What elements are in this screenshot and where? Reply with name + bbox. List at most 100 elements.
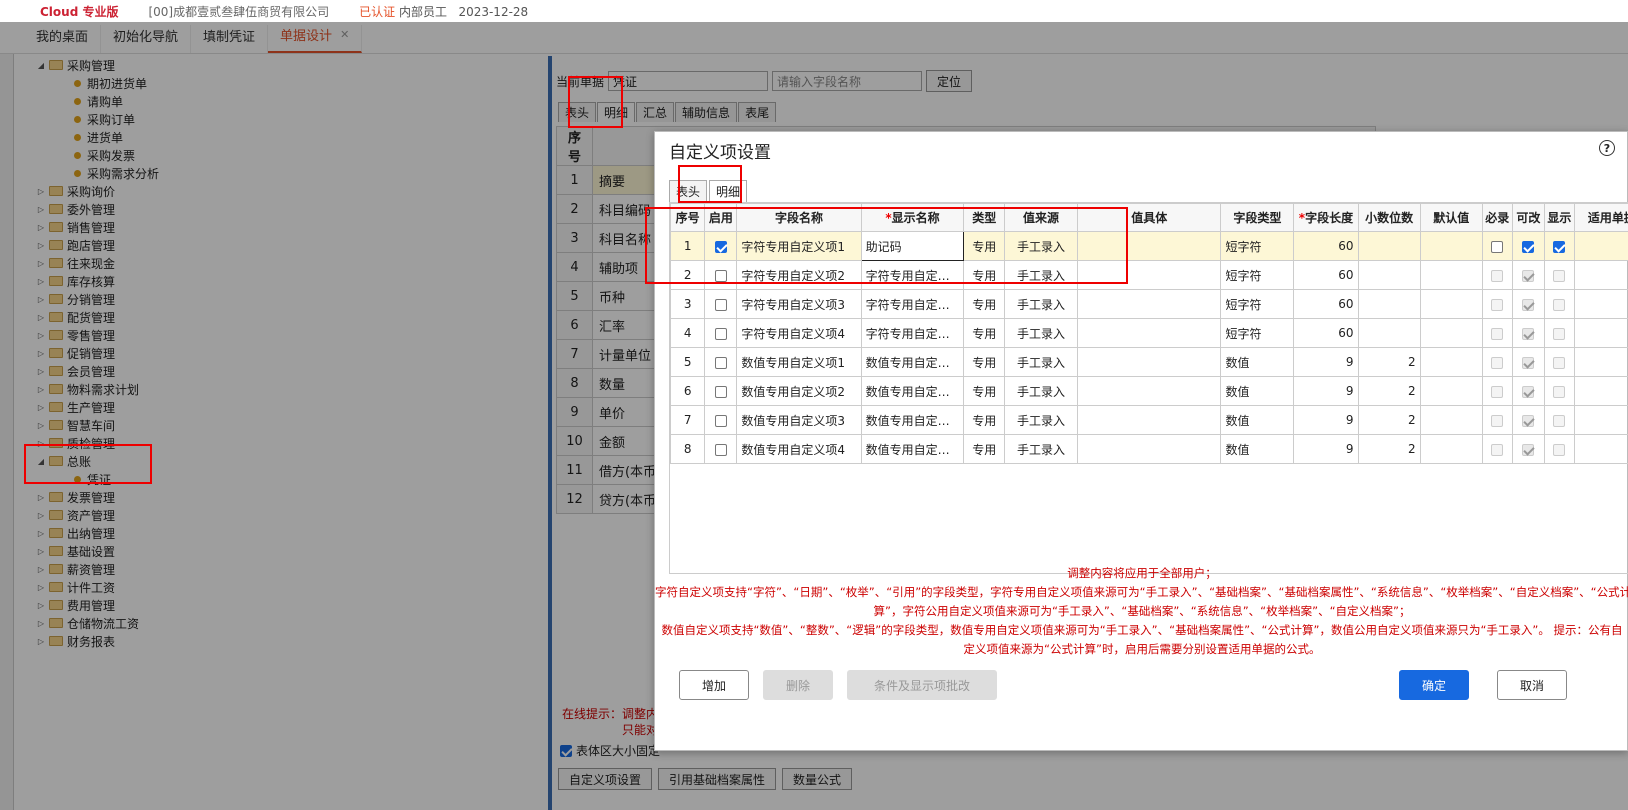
enabled-cell[interactable] xyxy=(704,260,738,290)
collapsed-arrow-icon[interactable]: ▷ xyxy=(36,547,46,556)
enabled-cell[interactable] xyxy=(704,289,738,319)
display-name-cell[interactable]: 字符专用自定义项3 xyxy=(860,289,965,319)
editable-cell[interactable] xyxy=(1511,289,1545,319)
grid-row[interactable]: 1 字符专用自定义项1 助记码 专用 手工录入 短字符 60 xyxy=(670,231,1628,261)
tab-init-guide[interactable]: 初始化导航 xyxy=(101,25,192,53)
applicable-doc-cell[interactable] xyxy=(1573,376,1628,406)
collapsed-arrow-icon[interactable]: ▷ xyxy=(36,223,46,232)
collapsed-arrow-icon[interactable]: ▷ xyxy=(36,403,46,412)
tree-node[interactable]: ▷ 跑店管理 xyxy=(14,236,544,254)
default-cell[interactable] xyxy=(1419,231,1483,261)
editable-checkbox[interactable] xyxy=(1522,240,1535,253)
tree-node[interactable]: ▷ 费用管理 xyxy=(14,596,544,614)
default-cell[interactable] xyxy=(1419,347,1483,377)
field-type-cell[interactable]: 短字符 xyxy=(1220,289,1295,319)
enabled-checkbox[interactable] xyxy=(714,356,727,369)
field-type-cell[interactable]: 数值 xyxy=(1220,347,1295,377)
editable-cell[interactable] xyxy=(1511,231,1545,261)
collapsed-arrow-icon[interactable]: ▷ xyxy=(36,295,46,304)
source-cell[interactable]: 手工录入 xyxy=(1004,318,1078,348)
required-cell[interactable] xyxy=(1481,260,1513,290)
ok-button[interactable]: 确定 xyxy=(1399,670,1470,700)
tree-node[interactable]: ▷ 委外管理 xyxy=(14,200,544,218)
tree-node[interactable]: 采购订单 xyxy=(14,110,544,128)
collapsed-arrow-icon[interactable]: ▷ xyxy=(36,187,46,196)
tree-node[interactable]: ▷ 计件工资 xyxy=(14,578,544,596)
collapsed-arrow-icon[interactable]: ▷ xyxy=(36,637,46,646)
collapsed-arrow-icon[interactable]: ▷ xyxy=(36,367,46,376)
decimal-cell[interactable]: 2 xyxy=(1357,347,1421,377)
value-detail-cell[interactable] xyxy=(1076,318,1222,348)
tree-node[interactable]: ▷ 零售管理 xyxy=(14,326,544,344)
tree-node[interactable]: ▷ 质检管理 xyxy=(14,434,544,452)
collapsed-arrow-icon[interactable]: ▷ xyxy=(36,313,46,322)
enabled-checkbox[interactable] xyxy=(714,385,727,398)
show-cell[interactable] xyxy=(1543,347,1575,377)
grid-row[interactable]: 7 数值专用自定义项3 数值专用自定义项3 专用 手工录入 数值 9 2 xyxy=(670,405,1628,435)
applicable-doc-cell[interactable] xyxy=(1573,347,1628,377)
source-cell[interactable]: 手工录入 xyxy=(1004,405,1078,435)
tree-node[interactable]: ▷ 智慧车间 xyxy=(14,416,544,434)
enabled-cell[interactable] xyxy=(704,405,738,435)
collapsed-arrow-icon[interactable]: ▷ xyxy=(36,259,46,268)
display-name-cell[interactable]: 数值专用自定义项1 xyxy=(860,347,965,377)
fixed-size-checkbox[interactable] xyxy=(560,744,572,757)
add-button[interactable]: 增加 xyxy=(679,670,750,700)
show-cell[interactable] xyxy=(1543,318,1575,348)
current-doc-input[interactable]: 凭证 xyxy=(608,71,769,91)
decimal-cell[interactable] xyxy=(1357,231,1421,261)
tree-node[interactable]: ▷ 库存核算 xyxy=(14,272,544,290)
collapsed-arrow-icon[interactable]: ▷ xyxy=(36,421,46,430)
field-type-cell[interactable]: 短字符 xyxy=(1220,231,1295,261)
editable-cell[interactable] xyxy=(1511,434,1545,464)
show-cell[interactable] xyxy=(1543,260,1575,290)
default-cell[interactable] xyxy=(1419,260,1483,290)
field-length-cell[interactable]: 9 xyxy=(1293,434,1359,464)
enabled-checkbox[interactable] xyxy=(714,298,727,311)
show-cell[interactable] xyxy=(1543,405,1575,435)
batch-edit-button[interactable]: 条件及显示项批改 xyxy=(847,670,998,700)
required-cell[interactable] xyxy=(1481,405,1513,435)
value-detail-cell[interactable] xyxy=(1076,231,1222,261)
tree-node[interactable]: 采购发票 xyxy=(14,146,544,164)
locate-button[interactable]: 定位 xyxy=(926,70,973,92)
grid-row[interactable]: 6 数值专用自定义项2 数值专用自定义项2 专用 手工录入 数值 9 2 xyxy=(670,376,1628,406)
value-detail-cell[interactable] xyxy=(1076,405,1222,435)
required-cell[interactable] xyxy=(1481,289,1513,319)
display-name-cell[interactable]: 字符专用自定义项4 xyxy=(860,318,965,348)
grid-row[interactable]: 3 字符专用自定义项3 字符专用自定义项3 专用 手工录入 短字符 60 xyxy=(670,289,1628,319)
tree-node[interactable]: ▷ 销售管理 xyxy=(14,218,544,236)
ref-attr-button[interactable]: 引用基础档案属性 xyxy=(658,768,777,790)
tree-node[interactable]: ▷ 发票管理 xyxy=(14,488,544,506)
tree-node[interactable]: ▷ 薪资管理 xyxy=(14,560,544,578)
applicable-doc-cell[interactable] xyxy=(1573,231,1628,261)
decimal-cell[interactable] xyxy=(1357,318,1421,348)
tree-node[interactable]: ▷ 促销管理 xyxy=(14,344,544,362)
collapsed-arrow-icon[interactable]: ▷ xyxy=(36,439,46,448)
tree-node[interactable]: 采购需求分析 xyxy=(14,164,544,182)
applicable-doc-cell[interactable] xyxy=(1573,289,1628,319)
tree-node[interactable]: ▷ 生产管理 xyxy=(14,398,544,416)
editable-cell[interactable] xyxy=(1511,260,1545,290)
value-detail-cell[interactable] xyxy=(1076,289,1222,319)
tree-node[interactable]: ▷ 采购询价 xyxy=(14,182,544,200)
collapsed-arrow-icon[interactable]: ▷ xyxy=(36,331,46,340)
source-cell[interactable]: 手工录入 xyxy=(1004,434,1078,464)
tree-node[interactable]: ▷ 配货管理 xyxy=(14,308,544,326)
enabled-checkbox[interactable] xyxy=(714,240,727,253)
enabled-cell[interactable] xyxy=(704,347,738,377)
enabled-cell[interactable] xyxy=(704,434,738,464)
tree-node[interactable]: ▷ 资产管理 xyxy=(14,506,544,524)
enabled-checkbox[interactable] xyxy=(714,327,727,340)
decimal-cell[interactable] xyxy=(1357,260,1421,290)
tree-node[interactable]: ▷ 财务报表 xyxy=(14,632,544,650)
required-cell[interactable] xyxy=(1481,231,1513,261)
grid-row[interactable]: 2 字符专用自定义项2 字符专用自定义项2 专用 手工录入 短字符 60 xyxy=(670,260,1628,290)
enabled-cell[interactable] xyxy=(704,231,738,261)
tab-doc-design[interactable]: 单据设计 ✕ xyxy=(268,25,363,53)
custom-item-button[interactable]: 自定义项设置 xyxy=(558,768,653,790)
expanded-arrow-icon[interactable]: ◢ xyxy=(36,457,46,466)
decimal-cell[interactable]: 2 xyxy=(1357,434,1421,464)
tree-node[interactable]: ▷ 出纳管理 xyxy=(14,524,544,542)
field-length-cell[interactable]: 60 xyxy=(1293,318,1359,348)
